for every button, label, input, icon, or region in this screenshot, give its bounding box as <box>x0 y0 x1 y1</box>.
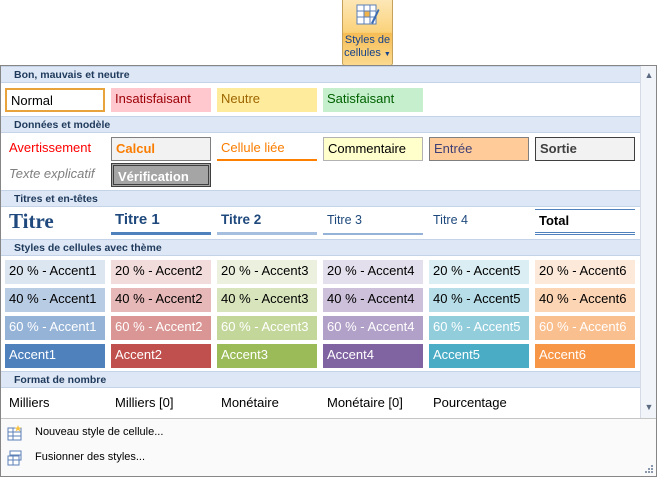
style-20-accent1[interactable]: 20 % - Accent1 <box>5 260 105 284</box>
gallery-menu: Nouveau style de cellule... Fusionner de… <box>1 418 656 476</box>
style-60-accent3[interactable]: 60 % - Accent3 <box>217 316 317 340</box>
merge-styles-item[interactable]: Fusionner des styles... <box>1 447 656 469</box>
style-currency[interactable]: Monétaire <box>217 392 317 416</box>
style-currency-0[interactable]: Monétaire [0] <box>323 392 423 416</box>
style-20-accent5[interactable]: 20 % - Accent5 <box>429 260 529 284</box>
cell-styles-gallery: Bon, mauvais et neutre Normal Insatisfai… <box>0 65 657 477</box>
style-40-accent6[interactable]: 40 % - Accent6 <box>535 288 635 312</box>
cell-styles-button[interactable]: Styles de cellules ▼ <box>342 0 393 66</box>
style-good[interactable]: Satisfaisant <box>323 88 423 112</box>
style-heading-2[interactable]: Titre 2 <box>217 209 317 235</box>
style-accent4[interactable]: Accent4 <box>323 344 423 368</box>
cell-styles-icon <box>356 4 380 25</box>
style-neutral[interactable]: Neutre <box>217 88 317 112</box>
style-20-accent4[interactable]: 20 % - Accent4 <box>323 260 423 284</box>
style-40-accent5[interactable]: 40 % - Accent5 <box>429 288 529 312</box>
style-accent2[interactable]: Accent2 <box>111 344 211 368</box>
gallery-scrollbar[interactable]: ▲ ▼ <box>640 66 656 418</box>
style-heading-4[interactable]: Titre 4 <box>429 209 529 235</box>
style-input[interactable]: Entrée <box>429 137 529 161</box>
cell-styles-label-2: cellules <box>344 47 381 59</box>
style-calculation[interactable]: Calcul <box>111 137 211 161</box>
style-20-accent3[interactable]: 20 % - Accent3 <box>217 260 317 284</box>
style-60-accent5[interactable]: 60 % - Accent5 <box>429 316 529 340</box>
style-normal[interactable]: Normal <box>5 88 105 112</box>
style-40-accent1[interactable]: 40 % - Accent1 <box>5 288 105 312</box>
resize-grip-icon[interactable] <box>644 464 654 474</box>
merge-styles-label: Fusionner des styles... <box>35 451 146 463</box>
merge-styles-icon <box>7 450 22 466</box>
style-accent5[interactable]: Accent5 <box>429 344 529 368</box>
new-cell-style-label: Nouveau style de cellule... <box>35 426 164 438</box>
style-bad[interactable]: Insatisfaisant <box>111 88 211 112</box>
style-linked-cell[interactable]: Cellule liée <box>217 137 317 161</box>
new-style-icon <box>7 425 22 441</box>
style-60-accent4[interactable]: 60 % - Accent4 <box>323 316 423 340</box>
style-60-accent6[interactable]: 60 % - Accent6 <box>535 316 635 340</box>
style-heading-1[interactable]: Titre 1 <box>111 209 211 235</box>
style-40-accent3[interactable]: 40 % - Accent3 <box>217 288 317 312</box>
new-cell-style-item[interactable]: Nouveau style de cellule... <box>1 422 656 444</box>
style-percent[interactable]: Pourcentage <box>429 392 529 416</box>
style-output[interactable]: Sortie <box>535 137 635 161</box>
dropdown-arrow-icon: ▼ <box>383 51 391 58</box>
section-themed-cell-styles: Styles de cellules avec thème <box>1 239 640 256</box>
style-heading-3[interactable]: Titre 3 <box>323 209 423 235</box>
scroll-up-icon[interactable]: ▲ <box>644 70 654 80</box>
style-40-accent4[interactable]: 40 % - Accent4 <box>323 288 423 312</box>
section-number-format: Format de nombre <box>1 371 640 388</box>
style-20-accent2[interactable]: 20 % - Accent2 <box>111 260 211 284</box>
style-explanatory-text[interactable]: Texte explicatif <box>5 163 105 187</box>
style-60-accent1[interactable]: 60 % - Accent1 <box>5 316 105 340</box>
style-40-accent2[interactable]: 40 % - Accent2 <box>111 288 211 312</box>
style-60-accent2[interactable]: 60 % - Accent2 <box>111 316 211 340</box>
style-total[interactable]: Total <box>535 209 635 235</box>
section-titles-headings: Titres et en-têtes <box>1 190 640 207</box>
style-accent1[interactable]: Accent1 <box>5 344 105 368</box>
section-good-bad-neutral: Bon, mauvais et neutre <box>1 66 640 83</box>
style-check-cell[interactable]: Vérification <box>111 163 211 187</box>
style-20-accent6[interactable]: 20 % - Accent6 <box>535 260 635 284</box>
style-note[interactable]: Commentaire <box>323 137 423 161</box>
style-warning[interactable]: Avertissement <box>5 137 105 161</box>
style-accent3[interactable]: Accent3 <box>217 344 317 368</box>
cell-styles-label-1: Styles de <box>344 34 391 46</box>
style-comma-0[interactable]: Milliers [0] <box>111 392 211 416</box>
style-comma[interactable]: Milliers <box>5 392 105 416</box>
section-data-model: Données et modèle <box>1 116 640 133</box>
style-title[interactable]: Titre <box>5 209 105 235</box>
scroll-down-icon[interactable]: ▼ <box>644 402 654 412</box>
style-accent6[interactable]: Accent6 <box>535 344 635 368</box>
